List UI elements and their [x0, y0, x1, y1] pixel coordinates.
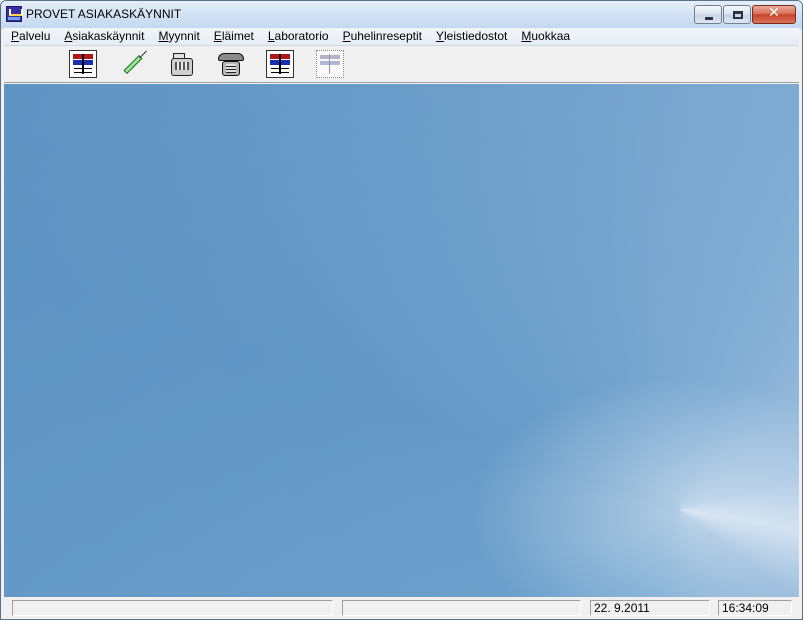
menu-elaimet[interactable]: Eläimet — [207, 28, 261, 45]
menu-muokkaa[interactable]: Muokkaa — [514, 28, 577, 45]
status-bar: 22. 9.2011 16:34:09 — [4, 598, 799, 619]
toolbar — [4, 45, 799, 83]
background-gradient — [4, 84, 799, 597]
cash-register-icon[interactable] — [168, 50, 196, 78]
menu-bar: Palvelu Asiakaskäynnit Myynnit Eläimet L… — [4, 28, 799, 45]
menu-palvelu[interactable]: Palvelu — [4, 28, 57, 45]
chart-disabled-icon — [316, 50, 344, 78]
syringe-icon[interactable] — [118, 50, 147, 78]
maximize-button[interactable] — [723, 5, 751, 24]
telephone-icon[interactable] — [217, 50, 245, 78]
minimize-button[interactable] — [694, 5, 722, 24]
app-icon[interactable] — [6, 6, 23, 22]
menu-puhelinreseptit[interactable]: Puhelinreseptit — [336, 28, 429, 45]
minimize-icon — [705, 17, 713, 20]
chart-icon[interactable] — [266, 50, 294, 78]
menu-yleistiedostot[interactable]: Yleistiedostot — [429, 28, 514, 45]
window-title: PROVET ASIAKASKÄYNNIT — [26, 7, 182, 21]
title-bar[interactable]: PROVET ASIAKASKÄYNNIT ✕ — [1, 1, 802, 28]
maximize-icon — [733, 11, 743, 19]
close-icon: ✕ — [768, 5, 780, 21]
menu-asiakaskaynnit[interactable]: Asiakaskäynnit — [57, 28, 151, 45]
status-panel-1 — [12, 600, 333, 616]
window-controls: ✕ — [693, 5, 796, 24]
chart-icon[interactable] — [69, 50, 97, 78]
mdi-client-area[interactable] — [4, 84, 799, 597]
status-time: 16:34:09 — [718, 600, 792, 616]
close-button[interactable]: ✕ — [752, 5, 796, 24]
status-panel-2 — [342, 600, 581, 616]
menu-myynnit[interactable]: Myynnit — [151, 28, 206, 45]
menu-laboratorio[interactable]: Laboratorio — [261, 28, 336, 45]
status-date: 22. 9.2011 — [590, 600, 710, 616]
app-window: PROVET ASIAKASKÄYNNIT ✕ Palvelu Asiakask… — [0, 0, 803, 620]
